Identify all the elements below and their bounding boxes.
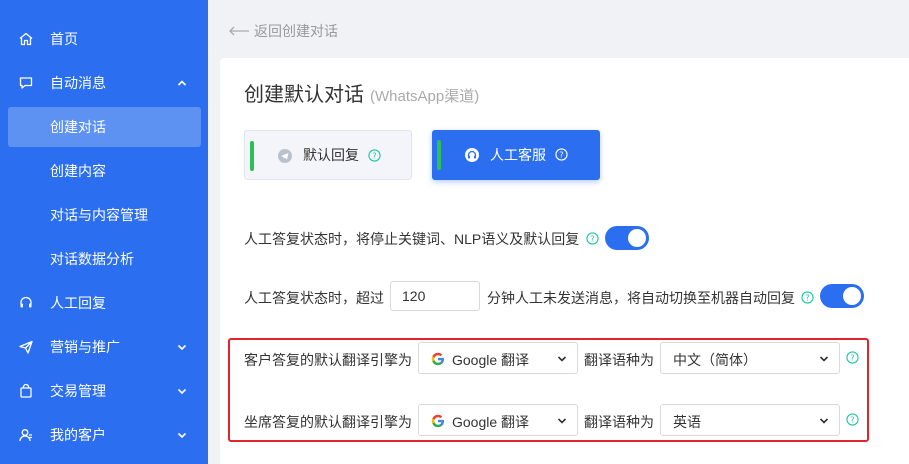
- auto-switch-toggle[interactable]: [820, 284, 864, 308]
- svg-text:?: ?: [850, 415, 854, 425]
- help-icon[interactable]: ?: [846, 351, 859, 364]
- svg-text:?: ?: [372, 151, 376, 161]
- toggle-knob: [843, 287, 861, 305]
- help-icon[interactable]: ?: [846, 413, 859, 426]
- help-icon[interactable]: ?: [555, 148, 568, 161]
- page-title: 创建默认对话 (WhatsApp渠道): [244, 78, 479, 107]
- chevron-down-icon: [176, 341, 188, 353]
- human-service-label: 人工客服: [490, 147, 546, 163]
- stop-keyword-toggle[interactable]: [605, 226, 649, 250]
- svg-text:?: ?: [559, 150, 563, 160]
- sidebar: 首页 自动消息 创建对话 创建内容 对话与内容管理 对话数据分析 人工回复 营销…: [0, 0, 208, 464]
- agent-lang-select[interactable]: 英语: [660, 404, 840, 436]
- sidebar-item-label: 人工回复: [50, 295, 106, 311]
- agent-engine-value: Google 翻译: [452, 414, 530, 430]
- page-subtitle: (WhatsApp渠道): [370, 88, 480, 105]
- agent-lang-value: 英语: [673, 414, 701, 430]
- active-indicator-bar: [437, 140, 441, 170]
- sidebar-subitem-create-content[interactable]: 创建内容: [8, 151, 201, 191]
- sidebar-item-marketing[interactable]: 营销与推广: [0, 325, 208, 369]
- sidebar-subitem-label: 对话与内容管理: [50, 207, 148, 223]
- toggle-knob: [628, 229, 646, 247]
- sidebar-subitem-create-dialog[interactable]: 创建对话: [8, 107, 201, 147]
- svg-text:?: ?: [850, 353, 854, 363]
- chevron-down-icon: [176, 429, 188, 441]
- bag-icon: [18, 383, 34, 399]
- default-reply-label: 默认回复: [303, 147, 359, 163]
- chevron-down-icon: [176, 385, 188, 397]
- google-logo-icon: [431, 352, 444, 366]
- user-icon: [18, 427, 34, 443]
- help-icon[interactable]: ?: [368, 149, 381, 162]
- sidebar-item-label: 交易管理: [50, 383, 106, 399]
- sidebar-item-label: 自动消息: [50, 75, 106, 91]
- send-icon: [18, 339, 34, 355]
- sidebar-subitem-dialog-management[interactable]: 对话与内容管理: [8, 195, 201, 235]
- timeout-prefix-text: 人工答复状态时，超过: [244, 290, 384, 306]
- agent-engine-label: 坐席答复的默认翻译引擎为: [244, 414, 412, 430]
- customer-engine-select[interactable]: Google 翻译: [418, 342, 578, 374]
- headset-icon: [465, 148, 479, 162]
- human-service-button[interactable]: 人工客服 ?: [432, 130, 600, 180]
- customer-engine-value: Google 翻译: [452, 352, 530, 368]
- telegram-icon: [278, 149, 292, 163]
- customer-engine-label: 客户答复的默认翻译引擎为: [244, 352, 412, 368]
- chevron-down-icon: [819, 356, 829, 362]
- google-logo-icon: [431, 414, 444, 428]
- chevron-down-icon: [557, 418, 567, 424]
- chevron-up-icon: [176, 77, 188, 89]
- back-link[interactable]: 返回创建对话: [228, 21, 338, 41]
- sidebar-subitem-dialog-analytics[interactable]: 对话数据分析: [8, 239, 201, 279]
- sidebar-item-home[interactable]: 首页: [0, 17, 208, 61]
- sidebar-subitem-label: 创建对话: [50, 119, 106, 135]
- chevron-down-icon: [819, 418, 829, 424]
- sidebar-item-transactions[interactable]: 交易管理: [0, 369, 208, 413]
- agent-engine-select[interactable]: Google 翻译: [418, 404, 578, 436]
- help-icon[interactable]: ?: [586, 232, 599, 245]
- chevron-down-icon: [557, 356, 567, 362]
- headset-icon: [18, 295, 34, 311]
- sidebar-item-auto-message[interactable]: 自动消息: [0, 61, 208, 105]
- sidebar-item-label: 我的客户: [50, 427, 106, 443]
- customer-lang-label: 翻译语种为: [584, 352, 654, 368]
- back-link-label: 返回创建对话: [254, 23, 338, 39]
- arrow-left-icon: [229, 26, 249, 36]
- sidebar-item-label: 营销与推广: [50, 339, 120, 355]
- customer-lang-select[interactable]: 中文（简体）: [660, 342, 840, 374]
- sidebar-item-label: 首页: [50, 31, 78, 47]
- sidebar-subitem-label: 对话数据分析: [50, 251, 134, 267]
- sidebar-subitem-label: 创建内容: [50, 163, 106, 179]
- sidebar-item-manual-reply[interactable]: 人工回复: [0, 281, 208, 325]
- active-indicator-bar: [250, 141, 254, 171]
- sidebar-item-my-customers[interactable]: 我的客户: [0, 413, 208, 457]
- customer-lang-value: 中文（简体）: [673, 352, 757, 368]
- home-icon: [18, 31, 34, 47]
- svg-text:?: ?: [805, 293, 809, 303]
- timeout-suffix-text: 分钟人工未发送消息，将自动切换至机器自动回复: [487, 290, 795, 306]
- page-title-text: 创建默认对话: [244, 84, 364, 106]
- timeout-minutes-input[interactable]: 120: [390, 281, 480, 311]
- svg-text:?: ?: [590, 234, 594, 244]
- default-reply-button[interactable]: 默认回复 ?: [244, 130, 412, 180]
- help-icon[interactable]: ?: [801, 291, 814, 304]
- agent-lang-label: 翻译语种为: [584, 414, 654, 430]
- chat-icon: [18, 75, 34, 91]
- manual-reply-stop-text: 人工答复状态时，将停止关键词、NLP语义及默认回复: [244, 231, 580, 247]
